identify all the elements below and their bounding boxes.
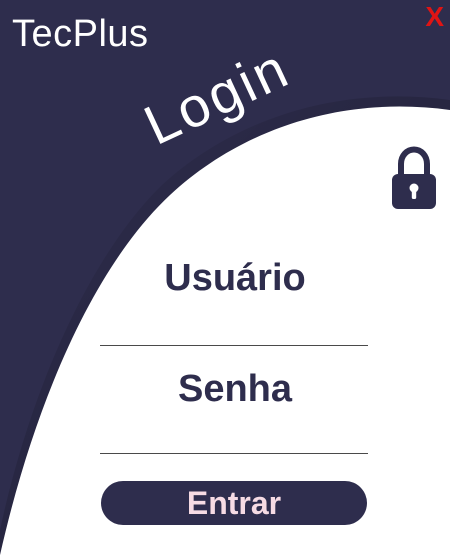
lock-icon	[392, 146, 436, 209]
password-label: Senha	[177, 368, 293, 410]
password-input[interactable]	[100, 419, 368, 454]
close-button[interactable]: X	[425, 2, 444, 32]
login-window: TecPlus X Login Usuário Senha Entrar	[0, 0, 450, 555]
username-label: Usuário	[164, 257, 306, 299]
app-title: TecPlus	[12, 13, 149, 55]
username-input[interactable]	[100, 311, 368, 346]
enter-button[interactable]: Entrar	[101, 481, 367, 525]
